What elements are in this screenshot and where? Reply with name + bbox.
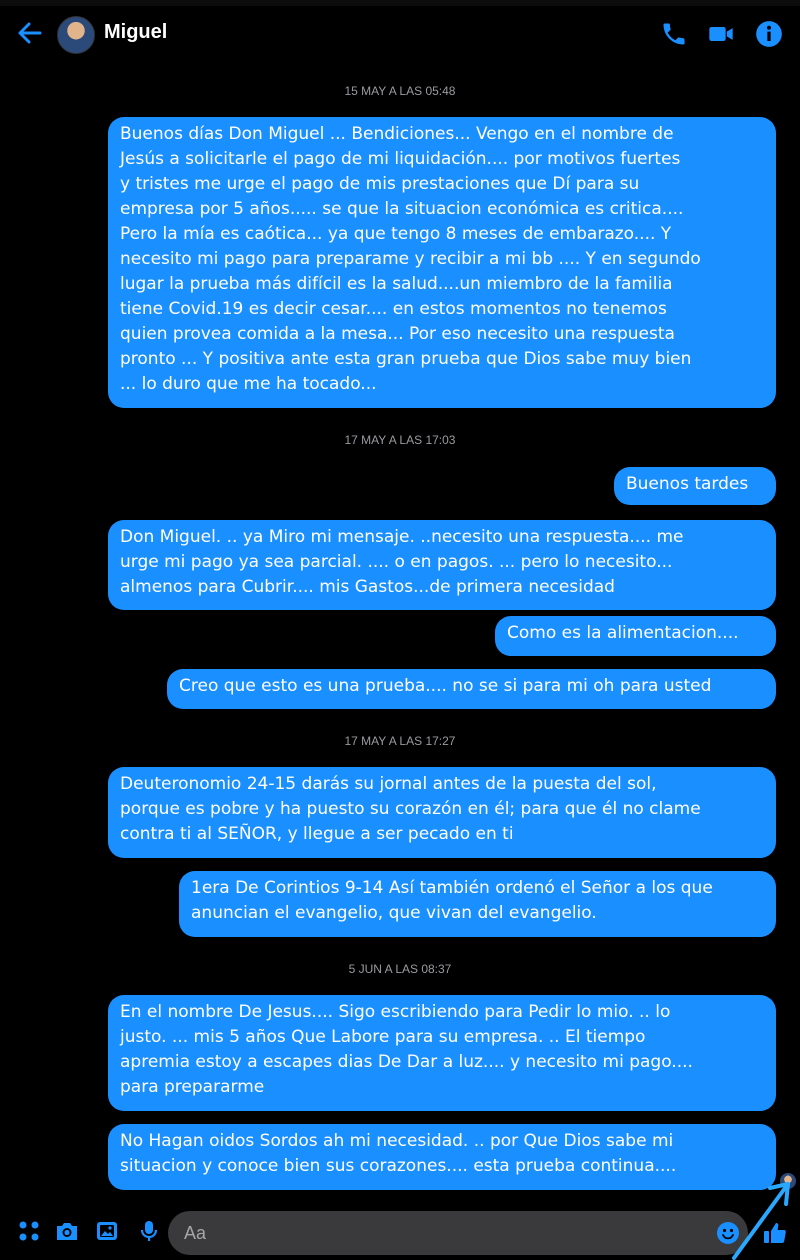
phone-icon[interactable] (660, 20, 688, 48)
message-bubble-sent[interactable]: No Hagan oidos Sordos ah mi necesidad. .… (108, 1124, 776, 1190)
message-bubble-sent[interactable]: Buenos días Don Miguel ... Bendiciones..… (108, 117, 776, 408)
message-timestamp: 15 MAY A LAS 05:48 (344, 84, 456, 98)
message-bubble-sent[interactable]: 1era De Corintios 9-14 Así también orden… (179, 871, 776, 937)
message-timestamp: 17 MAY A LAS 17:03 (344, 433, 456, 447)
chat-header: Miguel (0, 6, 800, 64)
message-input[interactable] (168, 1211, 748, 1255)
message-bubble-sent[interactable]: Creo que esto es una prueba.... no se si… (167, 669, 776, 709)
message-timestamp: 17 MAY A LAS 17:27 (344, 734, 456, 748)
info-icon[interactable] (755, 20, 783, 48)
image-icon[interactable] (94, 1218, 120, 1244)
four-dots-icon[interactable] (16, 1218, 42, 1244)
back-arrow-icon[interactable] (14, 18, 44, 48)
composer-bar (0, 1206, 800, 1260)
message-bubble-sent[interactable]: Deuteronomio 24-15 darás su jornal antes… (108, 767, 776, 858)
message-bubble-sent[interactable]: En el nombre De Jesus.... Sigo escribien… (108, 995, 776, 1111)
message-timestamp: 5 JUN A LAS 08:37 (348, 962, 452, 976)
message-bubble-sent[interactable]: Don Miguel. .. ya Miro mi mensaje. ..nec… (108, 520, 776, 610)
contact-name[interactable]: Miguel (104, 21, 167, 44)
video-camera-icon[interactable] (707, 20, 735, 48)
annotation-arrow (732, 1182, 790, 1260)
message-bubble-sent[interactable]: Buenos tardes (614, 467, 776, 505)
message-bubble-sent[interactable]: Como es la alimentacion.... (495, 616, 776, 656)
avatar[interactable] (57, 16, 95, 54)
microphone-icon[interactable] (136, 1218, 162, 1244)
camera-icon[interactable] (54, 1218, 80, 1244)
